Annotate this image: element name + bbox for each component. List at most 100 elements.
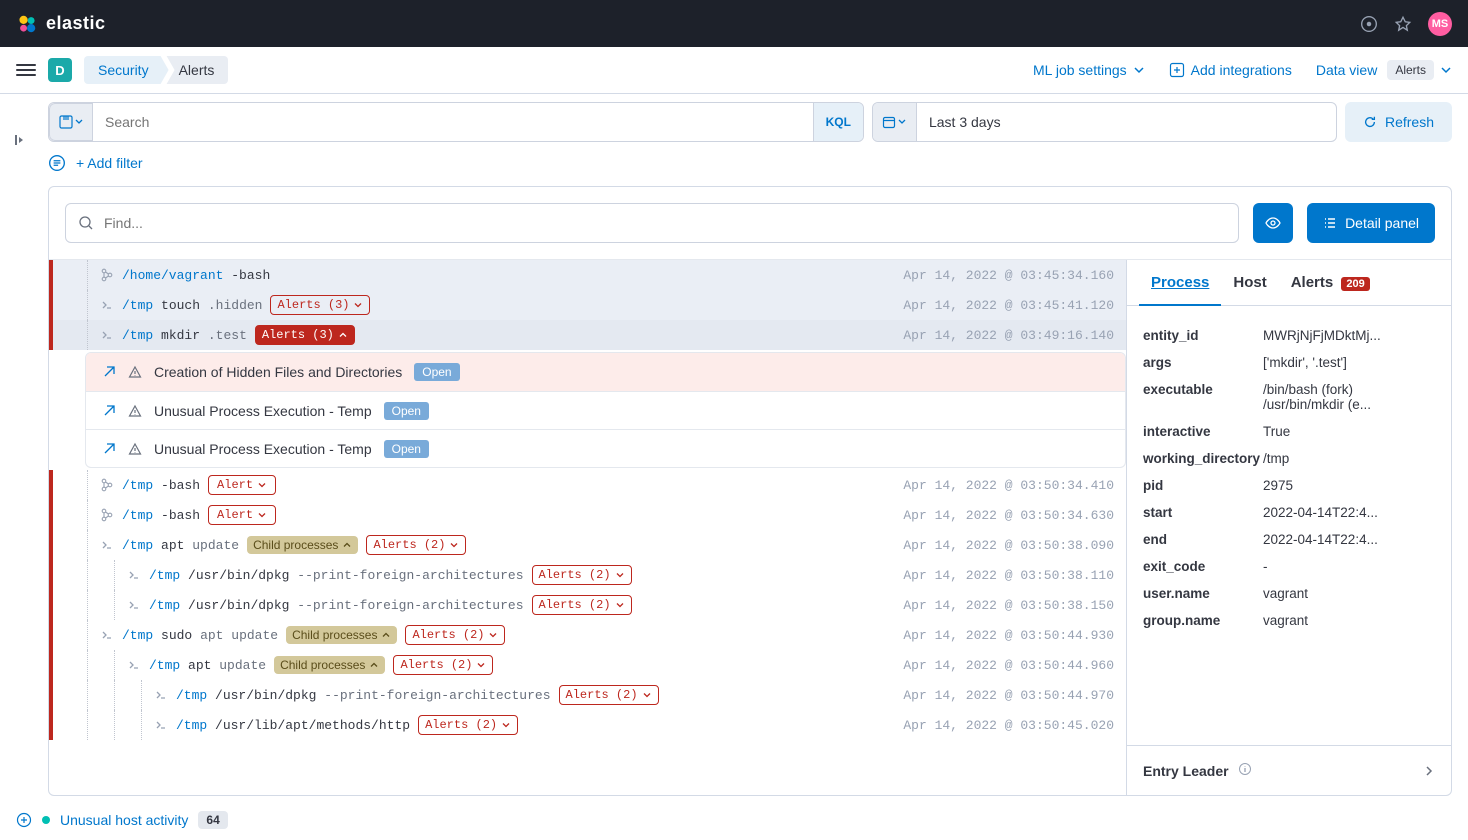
find-input[interactable] [104,215,1226,231]
process-row[interactable]: /tmp /usr/bin/dpkg --print-foreign-archi… [49,590,1126,620]
tab-host[interactable]: Host [1221,260,1278,305]
prompt-icon [154,688,168,702]
prompt-icon [100,328,114,342]
detail-panel: Process Host Alerts 209 entity_idMWRjNjF… [1126,260,1451,795]
child-processes-badge[interactable]: Child processes [286,626,397,644]
alerts-count-badge: 209 [1341,277,1369,291]
chevron-right-icon [1423,765,1435,777]
process-row[interactable]: /tmp -bashAlert Apr 14, 2022 @ 03:50:34.… [49,470,1126,500]
chevron-down-icon [1440,64,1452,76]
tab-process[interactable]: Process [1139,260,1221,305]
detail-field: group.namevagrant [1143,607,1435,634]
find-input-wrap[interactable] [65,203,1239,243]
add-integrations[interactable]: Add integrations [1169,62,1292,78]
saved-query-button[interactable] [49,103,93,141]
status-dot [42,816,50,824]
alert-badge[interactable]: Alert [208,505,276,525]
alerts-badge[interactable]: Alerts (2) [405,625,505,645]
breadcrumb: Security Alerts [84,56,228,84]
help-icon[interactable] [1360,15,1378,33]
prompt-icon [100,538,114,552]
alerts-badge[interactable]: Alerts (2) [366,535,466,555]
expand-sidenav-icon[interactable] [12,132,28,148]
detail-fields: entity_idMWRjNjFjMDktMj...args['mkdir', … [1127,306,1451,745]
data-view-label: Data view [1316,62,1377,78]
detail-panel-label: Detail panel [1345,215,1419,231]
sub-header: D Security Alerts ML job settings Add in… [0,47,1468,94]
alert-detail-row[interactable]: Creation of Hidden Files and Directories… [86,353,1125,391]
timestamp: Apr 14, 2022 @ 03:50:38.110 [903,568,1114,583]
kql-toggle[interactable]: KQL [813,103,863,141]
detail-field: exit_code- [1143,553,1435,580]
timestamp: Apr 14, 2022 @ 03:49:16.140 [903,328,1114,343]
timestamp: Apr 14, 2022 @ 03:45:34.160 [903,268,1114,283]
timestamp: Apr 14, 2022 @ 03:50:38.090 [903,538,1114,553]
prompt-icon [127,658,141,672]
detail-field: end2022-04-14T22:4... [1143,526,1435,553]
tab-alerts[interactable]: Alerts 209 [1279,260,1382,305]
entry-leader-accordion[interactable]: Entry Leader [1127,745,1451,795]
search-icon [78,215,94,231]
process-row[interactable]: /tmp touch .hiddenAlerts (3) Apr 14, 202… [49,290,1126,320]
cheer-icon[interactable] [1394,15,1412,33]
process-row[interactable]: /tmp /usr/bin/dpkg --print-foreign-archi… [49,680,1126,710]
detail-field: executable/bin/bash (fork) /usr/bin/mkdi… [1143,376,1435,418]
tab-alerts-label: Alerts [1291,274,1334,291]
process-row[interactable]: /tmp apt updateChild processes Alerts (2… [49,530,1126,560]
process-row[interactable]: /tmp sudo apt updateChild processes Aler… [49,620,1126,650]
alert-badge[interactable]: Alert [208,475,276,495]
timestamp: Apr 14, 2022 @ 03:50:34.410 [903,478,1114,493]
add-filter-button[interactable]: + Add filter [76,155,143,171]
add-timeline-icon[interactable] [16,812,32,828]
detail-panel-button[interactable]: Detail panel [1307,203,1435,243]
child-processes-badge[interactable]: Child processes [247,536,358,554]
process-tree[interactable]: /home/vagrant -bashApr 14, 2022 @ 03:45:… [49,260,1126,795]
breadcrumb-alerts[interactable]: Alerts [159,56,229,84]
alerts-badge[interactable]: Alerts (2) [532,565,632,585]
process-row[interactable]: /tmp /usr/lib/apt/methods/httpAlerts (2)… [49,710,1126,740]
chevron-down-icon [1133,64,1145,76]
process-row[interactable]: /tmp -bashAlert Apr 14, 2022 @ 03:50:34.… [49,500,1126,530]
detail-field: pid2975 [1143,472,1435,499]
detail-field: interactiveTrue [1143,418,1435,445]
view-options-button[interactable] [1253,203,1293,243]
alerts-badge[interactable]: Alerts (2) [532,595,632,615]
alerts-badge[interactable]: Alerts (2) [393,655,493,675]
process-row[interactable]: /tmp apt updateChild processes Alerts (2… [49,650,1126,680]
child-processes-badge[interactable]: Child processes [274,656,385,674]
detail-field: entity_idMWRjNjFjMDktMj... [1143,322,1435,349]
alerts-badge[interactable]: Alerts (3) [270,295,370,315]
alerts-badge[interactable]: Alerts (3) [255,325,355,345]
date-picker[interactable]: Last 3 days [872,102,1337,142]
timeline-footer: Unusual host activity 64 [0,800,1468,840]
session-view-card: Detail panel /home/vagrant -bashApr 14, … [48,186,1452,796]
elastic-logo-icon [16,13,38,35]
user-avatar[interactable]: MS [1428,12,1452,36]
alert-detail-row[interactable]: Unusual Process Execution - TempOpen [86,429,1125,467]
search-input[interactable] [93,103,813,141]
space-selector[interactable]: D [48,58,72,82]
alerts-badge[interactable]: Alerts (2) [559,685,659,705]
refresh-label: Refresh [1385,114,1434,130]
timestamp: Apr 14, 2022 @ 03:50:44.930 [903,628,1114,643]
process-row[interactable]: /home/vagrant -bashApr 14, 2022 @ 03:45:… [49,260,1126,290]
prompt-icon [127,598,141,612]
timestamp: Apr 14, 2022 @ 03:50:38.150 [903,598,1114,613]
query-bar: KQL Last 3 days Refresh [48,102,1452,142]
add-integrations-label: Add integrations [1191,62,1292,78]
ml-job-settings[interactable]: ML job settings [1033,62,1145,78]
breadcrumb-security[interactable]: Security [84,56,169,84]
data-view-selector[interactable]: Data view Alerts [1316,60,1452,80]
nav-toggle-icon[interactable] [16,60,36,80]
filter-options-icon[interactable] [48,154,66,172]
info-icon [1238,762,1252,776]
alerts-badge[interactable]: Alerts (2) [418,715,518,735]
process-row[interactable]: /tmp /usr/bin/dpkg --print-foreign-archi… [49,560,1126,590]
refresh-button[interactable]: Refresh [1345,102,1452,142]
eye-icon [1264,214,1282,232]
alert-detail-row[interactable]: Unusual Process Execution - TempOpen [86,391,1125,429]
process-row[interactable]: /tmp mkdir .testAlerts (3) Apr 14, 2022 … [49,320,1126,350]
elastic-logo[interactable]: elastic [16,13,106,35]
detail-field: user.namevagrant [1143,580,1435,607]
active-timeline[interactable]: Unusual host activity [60,812,188,828]
